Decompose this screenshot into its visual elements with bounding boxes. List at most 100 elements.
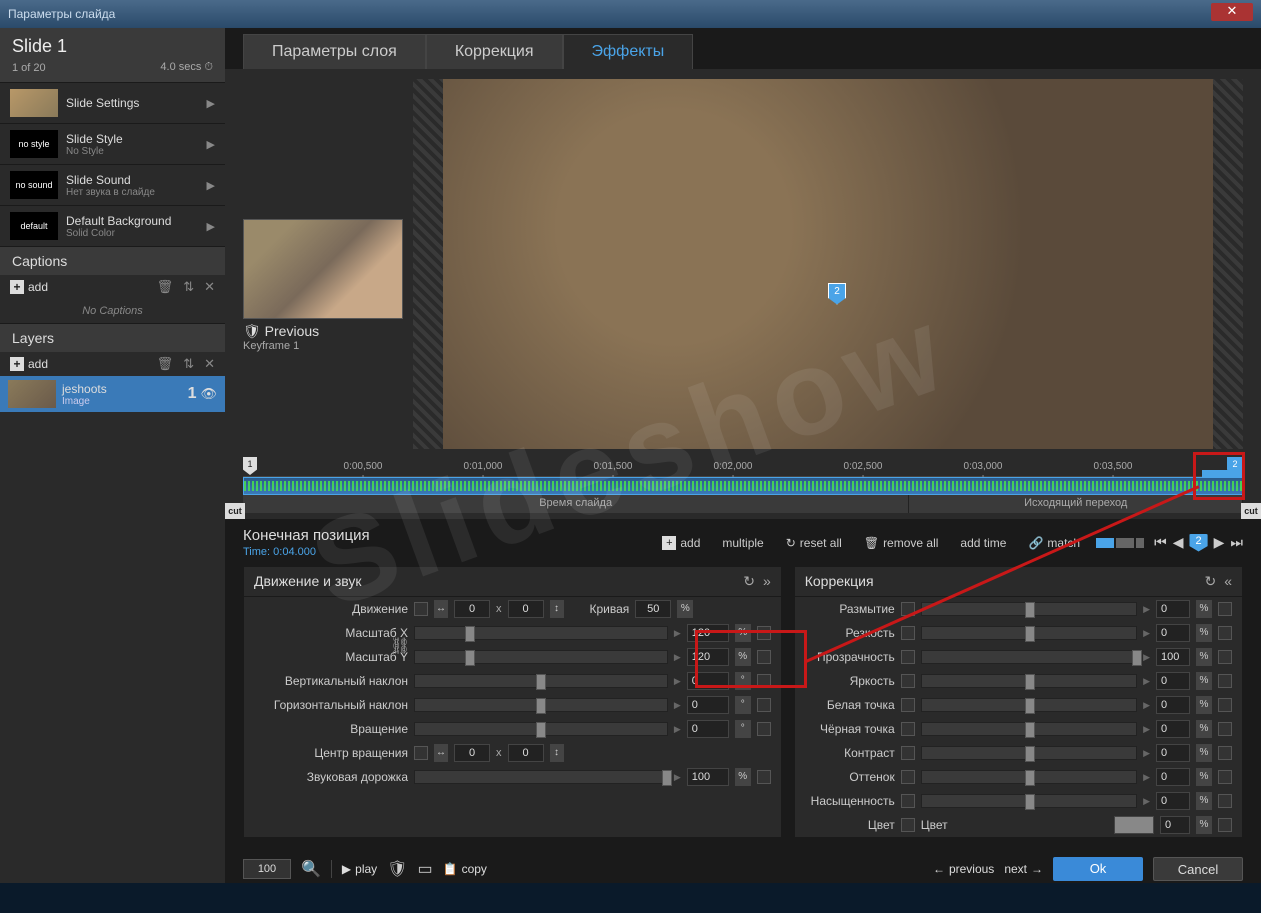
corr-slider-4[interactable] (921, 698, 1137, 712)
corr-input-5[interactable] (1156, 720, 1190, 738)
corr-check-5[interactable] (1218, 722, 1232, 736)
curve-input[interactable] (635, 600, 671, 618)
corr-check-1[interactable] (1218, 626, 1232, 640)
trash-icon[interactable]: 🗑 (157, 279, 174, 295)
corr-slider-3[interactable] (921, 674, 1137, 688)
match-button[interactable]: 🔗match (1022, 534, 1086, 552)
move-y-input[interactable] (508, 600, 544, 618)
vtilt-check[interactable] (757, 674, 771, 688)
refresh-icon[interactable]: ↻ (743, 573, 755, 590)
view-mode-1[interactable] (1096, 538, 1114, 548)
rot-slider[interactable] (414, 722, 668, 736)
cut-right-button[interactable]: cut (1241, 503, 1261, 519)
vtilt-input[interactable] (687, 672, 729, 690)
corr-check-4[interactable] (1218, 698, 1232, 712)
trash-icon[interactable]: 🗑 (157, 356, 174, 372)
corr-enable-4[interactable] (901, 698, 915, 712)
corr-input-6[interactable] (1156, 744, 1190, 762)
color-enable-check[interactable] (901, 818, 915, 832)
move-x-input[interactable] (454, 600, 490, 618)
multiple-button[interactable]: multiple (716, 534, 769, 552)
close-button[interactable]: ✕ (1211, 3, 1253, 21)
htilt-check[interactable] (757, 698, 771, 712)
htilt-input[interactable] (687, 696, 729, 714)
corr-input-7[interactable] (1156, 768, 1190, 786)
link-scale-icon[interactable]: ⛓ (390, 636, 410, 656)
scaley-slider[interactable] (414, 650, 668, 664)
corr-enable-6[interactable] (901, 746, 915, 760)
timeline-track[interactable] (243, 477, 1243, 495)
rot-check[interactable] (757, 722, 771, 736)
corr-enable-0[interactable] (901, 602, 915, 616)
center-check[interactable] (414, 746, 428, 760)
cancel-button[interactable]: Cancel (1153, 857, 1243, 881)
play-button[interactable]: ▶play (342, 862, 377, 876)
corr-enable-1[interactable] (901, 626, 915, 640)
preview-main[interactable]: 2 (413, 79, 1243, 449)
corr-check-2[interactable] (1218, 650, 1232, 664)
tab-effects[interactable]: Эффекты (563, 34, 694, 69)
sidebar-item-settings[interactable]: Slide Settings▶ (0, 82, 225, 123)
htilt-slider[interactable] (414, 698, 668, 712)
tab-correction[interactable]: Коррекция (426, 34, 563, 69)
refresh-icon[interactable]: ↻ (1204, 573, 1216, 590)
color-swatch[interactable] (1114, 816, 1154, 834)
scaley-check[interactable] (757, 650, 771, 664)
tab-layer-params[interactable]: Параметры слоя (243, 34, 426, 69)
nav-last-icon[interactable]: ⏭ (1230, 534, 1243, 551)
corr-slider-6[interactable] (921, 746, 1137, 760)
corr-enable-5[interactable] (901, 722, 915, 736)
next-button[interactable]: next→ (1004, 862, 1043, 876)
tools-icon[interactable]: ✕ (204, 356, 215, 372)
center-x-input[interactable] (454, 744, 490, 762)
shield-icon[interactable]: 🛡 (387, 859, 407, 879)
corr-input-1[interactable] (1156, 624, 1190, 642)
corr-input-0[interactable] (1156, 600, 1190, 618)
corr-input-2[interactable] (1156, 648, 1190, 666)
sort-icon[interactable]: ⇅ (183, 279, 194, 295)
add-caption-button[interactable]: +add (10, 280, 48, 294)
corr-slider-5[interactable] (921, 722, 1137, 736)
previous-button[interactable]: ←previous (933, 862, 994, 876)
remove-all-button[interactable]: 🗑remove all (858, 534, 945, 552)
corr-enable-7[interactable] (901, 770, 915, 784)
scalex-check[interactable] (757, 626, 771, 640)
corr-slider-8[interactable] (921, 794, 1137, 808)
corr-check-7[interactable] (1218, 770, 1232, 784)
nav-prev-icon[interactable]: ◀ (1173, 534, 1184, 551)
view-mode-3[interactable] (1136, 538, 1144, 548)
audio-check[interactable] (757, 770, 771, 784)
corr-enable-3[interactable] (901, 674, 915, 688)
expand-icon[interactable]: » (763, 573, 771, 590)
audio-slider[interactable] (414, 770, 668, 784)
scalex-input[interactable] (687, 624, 729, 642)
copy-button[interactable]: 📋copy (443, 862, 487, 876)
rot-input[interactable] (687, 720, 729, 738)
search-icon[interactable]: 🔍 (301, 859, 321, 879)
audio-input[interactable] (687, 768, 729, 786)
center-y-input[interactable] (508, 744, 544, 762)
corr-input-3[interactable] (1156, 672, 1190, 690)
corr-check-3[interactable] (1218, 674, 1232, 688)
eye-icon[interactable]: 👁 (200, 386, 217, 402)
collapse-icon[interactable]: « (1224, 573, 1232, 590)
sidebar-item-style[interactable]: no styleSlide StyleNo Style▶ (0, 123, 225, 164)
corr-slider-7[interactable] (921, 770, 1137, 784)
tools-icon[interactable]: ✕ (204, 279, 215, 295)
vtilt-slider[interactable] (414, 674, 668, 688)
add-keyframe-button[interactable]: +add (656, 534, 706, 552)
corr-enable-2[interactable] (901, 650, 915, 664)
view-mode-2[interactable] (1116, 538, 1134, 548)
corr-check-8[interactable] (1218, 794, 1232, 808)
add-layer-button[interactable]: +add (10, 357, 48, 371)
nav-next-icon[interactable]: ▶ (1214, 534, 1225, 551)
scaley-input[interactable] (687, 648, 729, 666)
corr-enable-8[interactable] (901, 794, 915, 808)
reset-all-button[interactable]: ↻reset all (780, 534, 848, 552)
timeline-start-marker[interactable]: 1 (243, 457, 257, 475)
corr-check-0[interactable] (1218, 602, 1232, 616)
timeline[interactable]: 0:00,500 0:01,000 0:01,500 0:02,000 0:02… (225, 459, 1261, 519)
ok-button[interactable]: Ok (1053, 857, 1143, 881)
color-check[interactable] (1218, 818, 1232, 832)
sidebar-item-background[interactable]: defaultDefault BackgroundSolid Color▶ (0, 205, 225, 246)
